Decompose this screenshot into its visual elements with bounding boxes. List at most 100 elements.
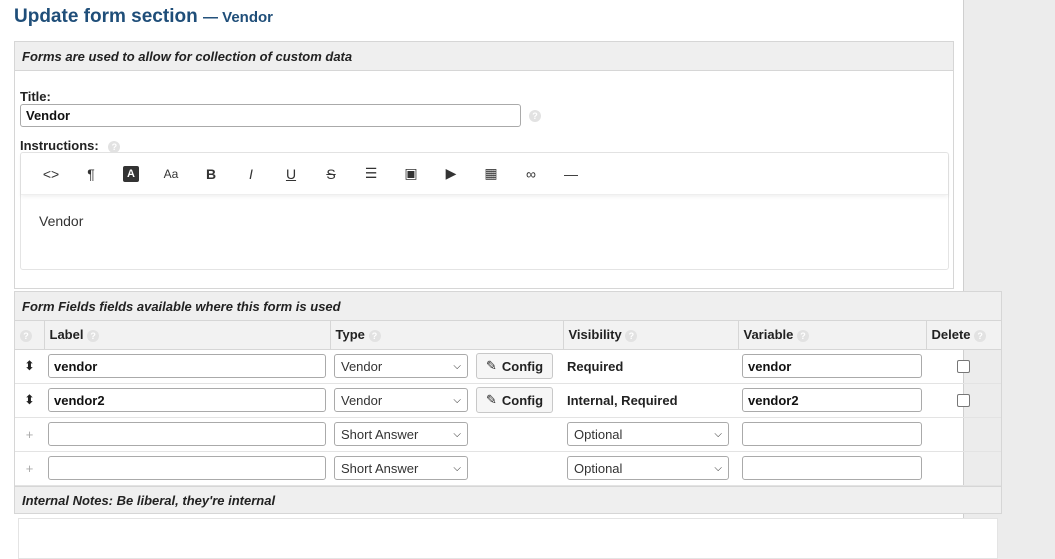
page-title-text: Update form section (14, 6, 198, 27)
add-row-icon: + (15, 417, 44, 452)
table-row: ⬍ Vendor ⌵ ✎ Config Internal, Required (15, 383, 1001, 418)
form-details-panel: Forms are used to allow for collection o… (14, 41, 954, 289)
visibility-select[interactable]: Optional ⌵ (567, 422, 729, 446)
type-column-text: Type (335, 327, 365, 343)
chevron-down-icon: ⌵ (453, 462, 461, 474)
delete-checkbox[interactable] (957, 359, 970, 373)
label-cell (44, 417, 330, 452)
type-select[interactable]: Short Answer ⌵ (334, 422, 468, 446)
visibility-help-icon[interactable]: ? (625, 329, 638, 342)
title-help-icon[interactable]: ? (529, 110, 541, 122)
editor-content[interactable]: Vendor (21, 195, 948, 247)
type-select[interactable]: Vendor ⌵ (334, 354, 468, 378)
label-cell (44, 451, 330, 486)
new-label-input[interactable] (48, 456, 326, 480)
editor-toolbar: <> ¶ A Aa B I U S ☰ ▣ ▶ ▦ ∞ — (21, 153, 948, 195)
horizontal-rule-icon[interactable]: — (551, 162, 591, 186)
font-size-icon[interactable]: Aa (151, 162, 191, 186)
delete-checkbox[interactable] (957, 393, 970, 407)
label-input[interactable] (48, 388, 326, 412)
type-cell: Short Answer ⌵ (330, 417, 563, 452)
visibility-select-value: Optional (574, 426, 623, 442)
config-button-label: Config (501, 358, 544, 374)
variable-cell (738, 451, 926, 486)
internal-notes-editor[interactable] (18, 518, 998, 559)
form-panel-header: Forms are used to allow for collection o… (15, 42, 953, 71)
variable-help-icon[interactable]: ? (797, 329, 809, 342)
underline-icon[interactable]: U (271, 162, 311, 186)
chevron-down-icon: ⌵ (453, 428, 461, 440)
link-icon[interactable]: ∞ (511, 162, 551, 186)
add-row-icon: + (15, 451, 44, 486)
new-field-row: + Short Answer ⌵ Optional ⌵ (15, 451, 1001, 486)
form-fields-panel: Form Fields fields available where this … (14, 291, 1002, 487)
edit-icon: ✎ (486, 392, 497, 407)
edit-icon: ✎ (486, 358, 497, 373)
instructions-help-icon[interactable]: ? (108, 140, 121, 153)
label-help-icon[interactable]: ? (87, 329, 100, 342)
delete-cell (926, 349, 1001, 384)
type-select-value: Short Answer (341, 426, 419, 442)
title-input[interactable] (20, 104, 521, 127)
config-button[interactable]: ✎ Config (476, 353, 554, 379)
type-select[interactable]: Vendor ⌵ (334, 388, 468, 412)
paragraph-icon[interactable]: ¶ (71, 162, 111, 186)
strikethrough-icon[interactable]: S (311, 162, 351, 186)
font-color-icon[interactable]: A (123, 165, 139, 182)
page-title: Update form section — Vendor (14, 6, 273, 28)
form-fields-header: Form Fields fields available where this … (15, 292, 1001, 321)
type-select-value: Vendor (341, 358, 383, 374)
drag-help-icon[interactable]: ? (20, 329, 32, 342)
visibility-value: Internal, Required (563, 383, 738, 418)
list-icon[interactable]: ☰ (351, 162, 391, 186)
table-icon[interactable]: ▦ (471, 162, 511, 186)
video-icon[interactable]: ▶ (431, 162, 471, 186)
type-cell: Short Answer ⌵ (330, 451, 563, 486)
visibility-cell: Optional ⌵ (563, 417, 738, 452)
label-column-text: Label (49, 327, 84, 343)
internal-notes-header: Internal Notes: Be liberal, they're inte… (14, 486, 1002, 514)
bold-icon[interactable]: B (191, 162, 231, 186)
type-select-value: Short Answer (341, 460, 419, 476)
delete-cell (926, 451, 1001, 486)
new-variable-input[interactable] (742, 456, 922, 480)
variable-cell (738, 383, 926, 418)
chevron-down-icon: ⌵ (714, 462, 722, 474)
config-button[interactable]: ✎ Config (476, 387, 554, 413)
delete-help-icon[interactable]: ? (974, 329, 987, 342)
label-column-header: Label ? (44, 321, 331, 350)
table-header-row: ? Label ? Type ? Visibility ? Variable ?… (15, 321, 1002, 350)
code-view-icon[interactable]: <> (31, 162, 71, 186)
visibility-column-text: Visibility (568, 327, 622, 343)
new-label-input[interactable] (48, 422, 326, 446)
new-variable-input[interactable] (742, 422, 922, 446)
visibility-select[interactable]: Optional ⌵ (567, 456, 729, 480)
instructions-editor[interactable]: <> ¶ A Aa B I U S ☰ ▣ ▶ ▦ ∞ — Vendor (20, 152, 949, 270)
variable-input[interactable] (742, 354, 922, 378)
drag-handle-icon[interactable]: ⬍ (15, 349, 44, 384)
type-select-value: Vendor (341, 392, 383, 408)
chevron-down-icon: ⌵ (714, 428, 722, 440)
label-input[interactable] (48, 354, 326, 378)
type-select[interactable]: Short Answer ⌵ (334, 456, 468, 480)
visibility-select-value: Optional (574, 460, 623, 476)
drag-handle-icon[interactable]: ⬍ (15, 383, 44, 418)
new-field-row: + Short Answer ⌵ Optional ⌵ (15, 417, 1001, 452)
delete-cell (926, 383, 1001, 418)
label-cell (44, 349, 330, 384)
type-cell: Vendor ⌵ ✎ Config (330, 349, 563, 384)
label-cell (44, 383, 330, 418)
delete-column-header: Delete ? (926, 321, 1002, 350)
italic-icon[interactable]: I (231, 162, 271, 186)
instructions-label: Instructions: ? (20, 138, 121, 153)
variable-input[interactable] (742, 388, 922, 412)
chevron-down-icon: ⌵ (453, 394, 461, 406)
chevron-down-icon: ⌵ (453, 360, 461, 372)
type-cell: Vendor ⌵ ✎ Config (330, 383, 563, 418)
instructions-label-text: Instructions: (20, 138, 99, 153)
table-row: ⬍ Vendor ⌵ ✎ Config Required (15, 349, 1001, 384)
title-label: Title: (20, 89, 51, 104)
type-help-icon[interactable]: ? (368, 329, 381, 342)
variable-cell (738, 417, 926, 452)
image-icon[interactable]: ▣ (391, 162, 431, 186)
